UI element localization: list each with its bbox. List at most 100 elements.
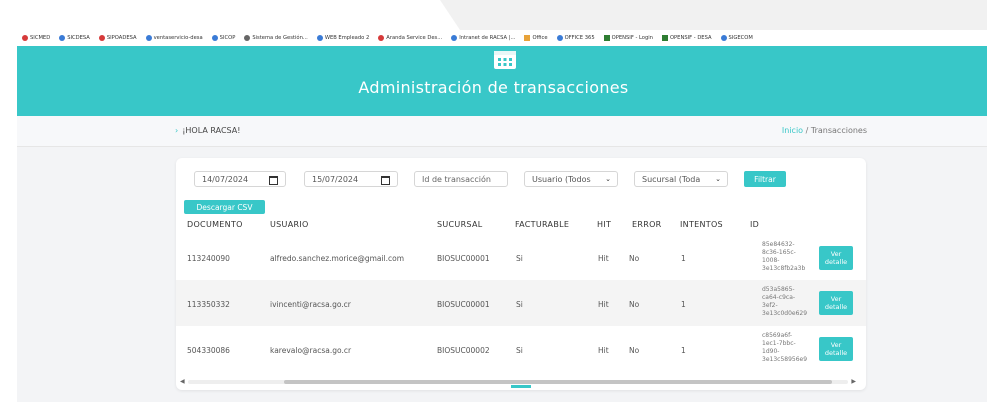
view-detail-label: detalle: [824, 258, 848, 266]
date-from-input[interactable]: 14/07/2024: [194, 171, 286, 187]
id-line: ca64-c9ca-: [762, 294, 796, 301]
table-row: 113240090 alfredo.sanchez.morice@gmail.c…: [176, 236, 866, 280]
bookmark-label: Office: [532, 35, 548, 41]
cell-sucursal: BIOSUC00001: [437, 254, 490, 263]
bookmark-sipoadesa[interactable]: SIPOADESA: [98, 35, 137, 41]
column-header-hit: HIT: [597, 220, 612, 229]
scrollbar-thumb[interactable]: [284, 380, 832, 384]
cell-usuario: ivincenti@racsa.go.cr: [270, 300, 351, 309]
bookmark-sicdesa[interactable]: SICDESA: [59, 35, 90, 41]
cell-error: No: [629, 300, 640, 309]
scroll-indicator: [511, 385, 531, 388]
bookmark-intranet[interactable]: Intranet de RACSA |...: [451, 35, 515, 41]
bookmark-label: WEB Empleado 2: [324, 35, 370, 41]
breadcrumb: Inicio / Transacciones: [782, 126, 867, 135]
calendar-icon[interactable]: [381, 176, 390, 185]
chevron-down-icon: ⌄: [715, 175, 721, 183]
bookmark-sicmed[interactable]: SICMED: [22, 35, 50, 41]
bookmark-label: SICMED: [30, 35, 51, 41]
scroll-left-icon[interactable]: ◀: [180, 378, 185, 385]
bookmark-office[interactable]: Office: [524, 35, 548, 41]
scroll-right-icon[interactable]: ▶: [851, 378, 856, 385]
bookmark-sicop[interactable]: SICOP: [211, 35, 236, 41]
transaction-id-placeholder: Id de transacción: [422, 174, 491, 184]
breadcrumb-home-link[interactable]: Inicio: [782, 126, 803, 135]
calculator-icon: [494, 51, 516, 69]
bookmark-ventaservicio[interactable]: ventaservicio-desa: [145, 35, 203, 41]
id-line: 3ef2-: [762, 302, 778, 309]
bookmark-opensif-login[interactable]: OPENSIF - Login: [603, 35, 653, 41]
bookmark-icon: [603, 35, 610, 41]
id-line: 3e13c0d0e629: [762, 310, 808, 317]
column-header-facturable: FACTURABLE: [515, 220, 570, 229]
view-detail-button[interactable]: Ver detalle: [819, 246, 853, 270]
bookmark-icon: [22, 35, 28, 41]
id-line: 3e13c58956e9: [762, 356, 808, 363]
column-header-documento: DOCUMENTO: [187, 220, 243, 229]
cell-error: No: [629, 254, 640, 263]
table-row: 113350332 ivincenti@racsa.go.cr BIOSUC00…: [176, 280, 866, 326]
cell-error: No: [629, 346, 640, 355]
view-detail-button[interactable]: Ver detalle: [819, 291, 853, 315]
user-select[interactable]: Usuario (Todos ⌄: [524, 171, 618, 187]
column-header-intentos: INTENTOS: [680, 220, 723, 229]
cell-facturable: Si: [516, 346, 523, 355]
cell-facturable: Si: [516, 300, 523, 309]
bookmark-sigecom[interactable]: SIGECOM: [720, 35, 753, 41]
id-line: 8c36-165c-: [762, 249, 796, 256]
bookmark-label: SIPOADESA: [106, 35, 137, 41]
bookmarks-bar: SICMED SICDESA SIPOADESA ventaservicio-d…: [22, 31, 987, 45]
breadcrumb-bar: › ¡HOLA RACSA! Inicio / Transacciones: [17, 116, 987, 147]
chevron-right-icon: ›: [175, 126, 179, 135]
breadcrumb-separator: /: [805, 126, 809, 135]
bookmark-icon: [661, 35, 668, 41]
cell-id: 85e84632- 8c36-165c- 1008- 3e13c8fb2a3b: [762, 241, 820, 273]
cell-documento: 504330086: [187, 346, 230, 355]
cell-documento: 113240090: [187, 254, 230, 263]
bookmark-icon: [720, 35, 727, 41]
greeting-text: ¡HOLA RACSA!: [182, 126, 241, 135]
filter-button[interactable]: Filtrar: [744, 171, 786, 187]
cell-intentos: 1: [681, 346, 686, 355]
column-header-id: ID: [750, 220, 760, 229]
bookmark-label: ventaservicio-desa: [153, 35, 203, 41]
cell-id: d53a5865- ca64-c9ca- 3ef2- 3e13c0d0e629: [762, 286, 820, 318]
view-detail-label: detalle: [824, 349, 848, 357]
bookmark-icon: [244, 35, 251, 41]
cell-sucursal: BIOSUC00001: [437, 300, 490, 309]
transaction-id-input[interactable]: Id de transacción: [414, 171, 508, 187]
cell-intentos: 1: [681, 254, 686, 263]
bookmark-icon: [145, 35, 152, 41]
bookmark-label: Intranet de RACSA |...: [459, 35, 516, 41]
cell-intentos: 1: [681, 300, 686, 309]
view-detail-label: Ver: [830, 295, 842, 303]
date-to-input[interactable]: 15/07/2024: [304, 171, 398, 187]
calendar-icon[interactable]: [269, 176, 278, 185]
id-line: 1d90-: [762, 348, 780, 355]
cell-sucursal: BIOSUC00002: [437, 346, 490, 355]
view-detail-label: detalle: [824, 303, 848, 311]
bookmark-label: OFFICE 365: [564, 35, 595, 41]
bookmark-icon: [59, 35, 66, 41]
bookmark-label: SICOP: [219, 35, 236, 41]
bookmark-office365[interactable]: OFFICE 365: [556, 35, 595, 41]
cell-usuario: alfredo.sanchez.morice@gmail.com: [270, 254, 405, 263]
column-header-usuario: USUARIO: [270, 220, 309, 229]
bookmark-sistema-gestion[interactable]: Sistema de Gestión...: [244, 35, 308, 41]
branch-select[interactable]: Sucursal (Toda ⌄: [634, 171, 728, 187]
bookmark-web-empleado[interactable]: WEB Empleado 2: [316, 35, 370, 41]
cell-hit: Hit: [598, 346, 609, 355]
view-detail-button[interactable]: Ver detalle: [819, 337, 853, 361]
date-to-value: 15/07/2024: [312, 174, 359, 184]
cell-hit: Hit: [598, 254, 609, 263]
bookmark-icon: [98, 35, 105, 41]
branch-select-value: Sucursal (Toda: [642, 174, 701, 184]
bookmark-opensif-desa[interactable]: OPENSIF - DESA: [661, 35, 712, 41]
bookmark-aranda[interactable]: Aranda Service Des...: [378, 35, 442, 41]
download-csv-button[interactable]: Descargar CSV: [184, 200, 265, 214]
bookmark-icon: [451, 35, 458, 41]
cell-facturable: Si: [516, 254, 523, 263]
greeting: › ¡HOLA RACSA!: [175, 126, 240, 135]
bookmark-icon: [211, 35, 218, 41]
column-header-error: ERROR: [632, 220, 662, 229]
